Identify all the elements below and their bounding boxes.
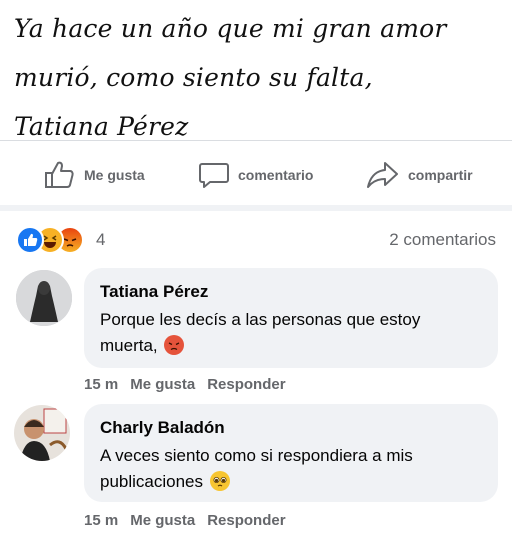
pleading-face-emoji bbox=[209, 471, 230, 491]
comment-bubble: Tatiana Pérez Porque les decís a las per… bbox=[84, 268, 498, 368]
reactions-row: 4 2 comentarios bbox=[0, 222, 512, 258]
comment-text-line-1: A veces siento como si respondiera a mis bbox=[100, 446, 413, 465]
share-arrow-icon bbox=[366, 160, 400, 190]
angry-face-emoji bbox=[164, 335, 185, 355]
like-button[interactable]: Me gusta bbox=[44, 160, 145, 190]
comment-like-link[interactable]: Me gusta bbox=[130, 512, 195, 529]
post-line-2: murió, como siento su falta, bbox=[14, 63, 373, 92]
reactions-summary[interactable] bbox=[16, 225, 94, 255]
comment-meta: 15 m Me gusta Responder bbox=[84, 512, 286, 529]
comment-reply-link[interactable]: Responder bbox=[207, 512, 285, 529]
section-separator bbox=[0, 205, 512, 211]
comment-author[interactable]: Tatiana Pérez bbox=[100, 281, 482, 303]
comment-label: comentario bbox=[238, 167, 314, 183]
comment-reply-link[interactable]: Responder bbox=[207, 376, 285, 393]
post-line-3: Tatiana Pérez bbox=[14, 112, 189, 141]
thumbs-up-icon bbox=[44, 160, 76, 190]
comment-time[interactable]: 15 m bbox=[84, 512, 118, 529]
comment-text: Porque les decís a las personas que esto… bbox=[100, 307, 482, 359]
post-line-1: Ya hace un año que mi gran amor bbox=[14, 14, 447, 43]
comment-text: A veces siento como si respondiera a mis… bbox=[100, 443, 482, 495]
comment-time[interactable]: 15 m bbox=[84, 376, 118, 393]
share-button[interactable]: compartir bbox=[366, 160, 473, 190]
comment-bubble: Charly Baladón A veces siento como si re… bbox=[84, 404, 498, 502]
comment-text-line-2: publicaciones bbox=[100, 472, 204, 491]
comment-bubble-icon bbox=[198, 160, 230, 190]
like-label: Me gusta bbox=[84, 167, 145, 183]
comment-button[interactable]: comentario bbox=[198, 160, 313, 190]
avatar[interactable] bbox=[14, 405, 70, 461]
post-text: Ya hace un año que mi gran amor murió, c… bbox=[14, 4, 504, 151]
comment-like-link[interactable]: Me gusta bbox=[130, 376, 195, 393]
comment-meta: 15 m Me gusta Responder bbox=[84, 376, 286, 393]
comment-text-line-2: muerta, bbox=[100, 336, 158, 355]
share-label: compartir bbox=[408, 167, 473, 183]
comment-author[interactable]: Charly Baladón bbox=[100, 417, 482, 439]
like-icon bbox=[16, 226, 44, 254]
reaction-count[interactable]: 4 bbox=[96, 230, 105, 250]
divider-top bbox=[0, 140, 512, 141]
action-bar: Me gusta comentario compartir bbox=[0, 150, 512, 198]
avatar[interactable] bbox=[16, 270, 72, 326]
comment-text-line-1: Porque les decís a las personas que esto… bbox=[100, 310, 421, 329]
comments-count[interactable]: 2 comentarios bbox=[389, 230, 496, 250]
